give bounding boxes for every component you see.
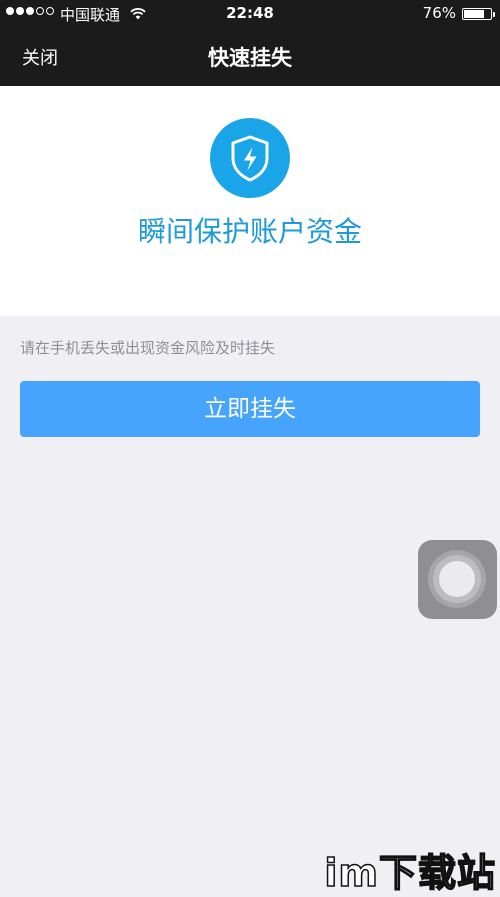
report-loss-hint: 请在手机丢失或出现资金风险及时挂失: [20, 339, 276, 357]
report-loss-button[interactable]: 立即挂失: [20, 381, 480, 437]
navigation-bar: 关闭 快速挂失: [0, 28, 500, 86]
status-bar: 中国联通 22:48 76%: [0, 0, 500, 28]
hero-slogan: 瞬间保护账户资金: [137, 215, 362, 248]
hero-banner: 瞬间保护账户资金: [0, 86, 500, 316]
shield-lightning-icon: [210, 118, 290, 198]
assistive-touch-button[interactable]: [418, 540, 497, 619]
battery-icon: [462, 8, 495, 20]
page-title: 快速挂失: [208, 46, 292, 70]
battery-percent: 76%: [422, 4, 456, 22]
assistive-touch-icon: [428, 550, 486, 608]
battery-level: [464, 10, 484, 18]
